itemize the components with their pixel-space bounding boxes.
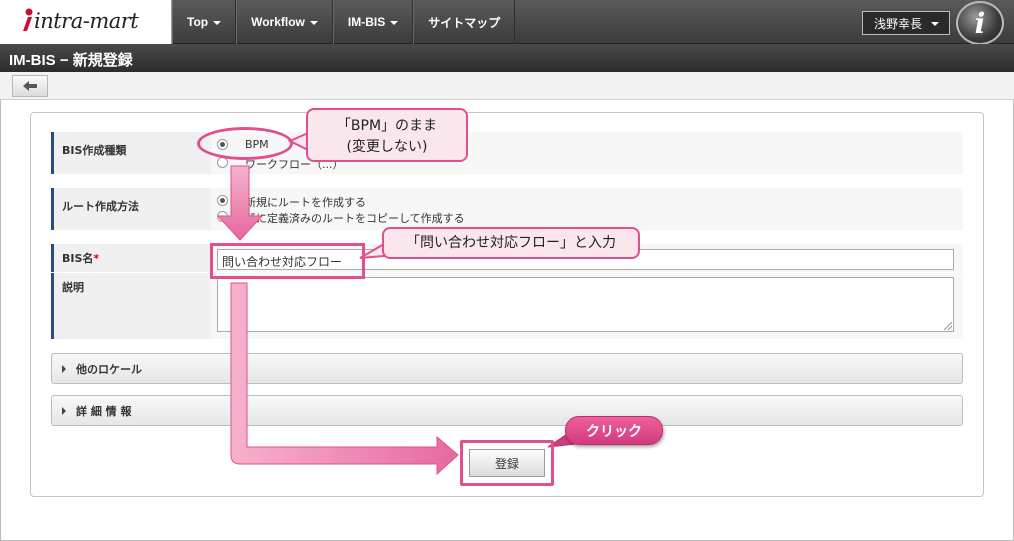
register-button[interactable]: 登録 xyxy=(469,449,545,477)
callout-click: クリック xyxy=(565,416,663,445)
bpm-highlight xyxy=(197,127,293,160)
submit-highlight: 登録 xyxy=(460,440,554,486)
callout-bis-name: 「問い合わせ対応フロー」と入力 xyxy=(382,227,640,259)
arrow-down-icon xyxy=(216,165,264,241)
arrow-right-icon xyxy=(230,282,459,476)
callout-bpm-line2: (変更しない) xyxy=(346,139,428,155)
callout-bpm: 「BPM」のまま (変更しない) xyxy=(306,108,468,162)
bis-name-highlight xyxy=(210,243,365,279)
callout-bpm-line1: 「BPM」のまま xyxy=(336,118,438,134)
